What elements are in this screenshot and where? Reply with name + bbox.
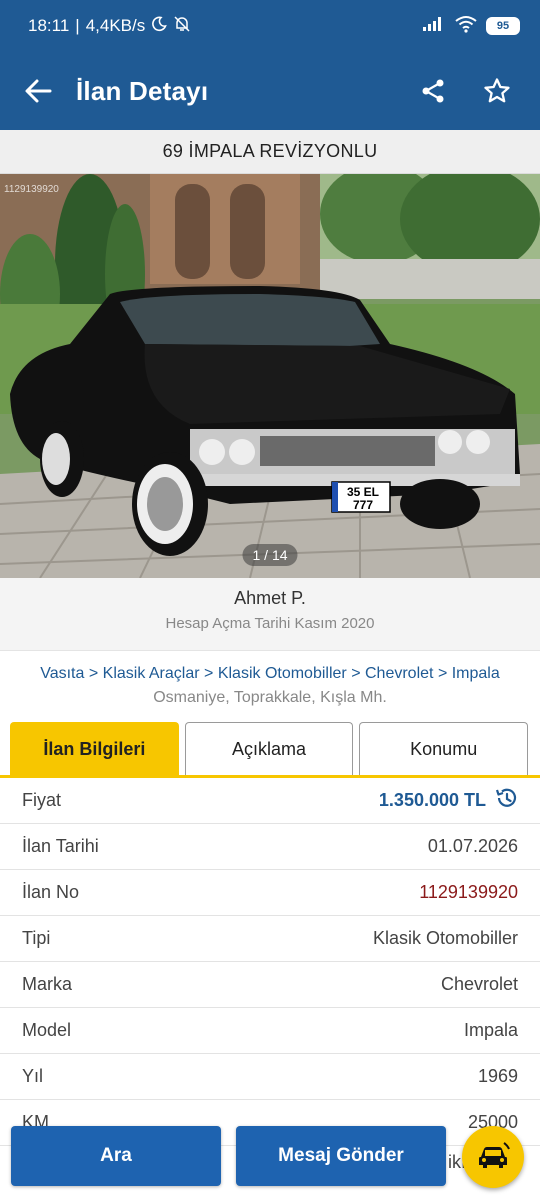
breadcrumb: Vasıta > Klasik Araçlar > Klasik Otomobi… bbox=[0, 651, 540, 683]
detail-label: Model bbox=[22, 1020, 72, 1040]
status-left: 18:11 | 4,4KB/s bbox=[28, 15, 191, 38]
ad-number-value[interactable]: 1129139920 bbox=[419, 882, 518, 903]
favorite-button[interactable] bbox=[472, 66, 522, 116]
back-button[interactable] bbox=[0, 52, 76, 130]
seller-info[interactable]: Ahmet P. Hesap Açma Tarihi Kasım 2020 bbox=[0, 578, 540, 650]
signal-icon bbox=[422, 16, 446, 37]
status-right: 95 bbox=[422, 15, 520, 38]
breadcrumb-item-vasita[interactable]: Vasıta bbox=[40, 665, 84, 682]
seller-since: Hesap Açma Tarihi Kasım 2020 bbox=[165, 615, 375, 632]
tab-aciklama[interactable]: Açıklama bbox=[184, 722, 354, 775]
car-fab-button[interactable] bbox=[462, 1126, 524, 1188]
listing-location: Osmaniye, Toprakkale, Kışla Mh. bbox=[153, 689, 387, 706]
back-arrow-icon bbox=[25, 79, 52, 103]
detail-row-model: Model Impala bbox=[0, 1008, 540, 1054]
detail-label: Fiyat bbox=[22, 790, 62, 810]
detail-value: 1969 bbox=[477, 1066, 518, 1086]
wifi-icon bbox=[454, 15, 478, 38]
seller-name: Ahmet P. bbox=[234, 588, 306, 608]
detail-value: 01.07.2026 bbox=[427, 836, 518, 856]
share-button[interactable] bbox=[408, 66, 458, 116]
app-bar: İlan Detayı bbox=[0, 52, 540, 130]
bell-off-icon bbox=[173, 15, 191, 38]
breadcrumb-item-impala[interactable]: Impala bbox=[452, 665, 500, 682]
breadcrumb-separator: > bbox=[351, 665, 361, 682]
page-title: İlan Detayı bbox=[76, 75, 209, 106]
listing-title: 69 İMPALA REVİZYONLU bbox=[0, 130, 540, 174]
moon-icon bbox=[151, 16, 167, 37]
detail-value: Chevrolet bbox=[440, 974, 518, 994]
star-icon bbox=[484, 78, 510, 103]
tab-konumu[interactable]: Konumu bbox=[359, 722, 529, 775]
status-bar: 18:11 | 4,4KB/s 95 bbox=[0, 0, 540, 52]
breadcrumb-separator: > bbox=[88, 665, 99, 682]
breadcrumb-separator: > bbox=[204, 665, 214, 682]
share-icon bbox=[422, 79, 444, 103]
price-value-group: 1.350.000 TL bbox=[379, 786, 518, 815]
detail-list: Fiyat 1.350.000 TL İlan Tarihi 01.07.202… bbox=[0, 778, 540, 1146]
price-value: 1.350.000 TL bbox=[378, 790, 486, 810]
send-message-button[interactable]: Mesaj Gönder bbox=[236, 1126, 446, 1186]
network-speed: 4,4KB/s bbox=[85, 16, 146, 35]
listing-detail-screen: 18:11 | 4,4KB/s 95 İlan Detayı 69 İMPALA… bbox=[0, 0, 540, 1200]
plate-bottom: 777 bbox=[353, 498, 373, 512]
breadcrumb-separator: > bbox=[437, 665, 448, 682]
detail-row-price: Fiyat 1.350.000 TL bbox=[0, 778, 540, 824]
detail-value: Klasik Otomobiller bbox=[372, 928, 518, 948]
detail-value: Impala bbox=[463, 1020, 518, 1040]
battery-icon: 95 bbox=[486, 17, 520, 35]
tab-ilan-bilgileri[interactable]: İlan Bilgileri bbox=[10, 722, 179, 775]
breadcrumb-area: Vasıta > Klasik Araçlar > Klasik Otomobi… bbox=[0, 650, 540, 722]
detail-label: İlan No bbox=[22, 882, 80, 902]
status-divider: | bbox=[75, 16, 80, 35]
detail-label: İlan Tarihi bbox=[22, 836, 99, 856]
price-history-icon[interactable] bbox=[494, 786, 518, 815]
plate-top: 35 EL bbox=[347, 485, 379, 499]
car-photo-illustration: 35 EL 777 bbox=[0, 174, 540, 578]
detail-label: Yıl bbox=[22, 1066, 44, 1086]
breadcrumb-item-chevrolet[interactable]: Chevrolet bbox=[365, 665, 433, 682]
breadcrumb-item-klasik-araclar[interactable]: Klasik Araçlar bbox=[103, 665, 200, 682]
breadcrumb-item-klasik-otomobiller[interactable]: Klasik Otomobiller bbox=[218, 665, 347, 682]
call-button[interactable]: Ara bbox=[11, 1126, 221, 1186]
detail-label: Marka bbox=[22, 974, 73, 994]
detail-row-brand: Marka Chevrolet bbox=[0, 962, 540, 1008]
detail-row-ad-no: İlan No 1129139920 bbox=[0, 870, 540, 916]
photo-counter: 1 / 14 bbox=[242, 544, 298, 566]
status-time: 18:11 bbox=[28, 16, 70, 35]
photo-watermark: 1129139920 bbox=[4, 184, 59, 195]
detail-row-year: Yıl 1969 bbox=[0, 1054, 540, 1100]
listing-photo[interactable]: 35 EL 777 1129139920 1 / 14 bbox=[0, 174, 540, 578]
car-icon bbox=[479, 1142, 510, 1168]
bottom-action-bar: Ara Mesaj Gönder bbox=[0, 1120, 540, 1200]
detail-row-date: İlan Tarihi 01.07.2026 bbox=[0, 824, 540, 870]
app-bar-actions bbox=[408, 66, 540, 116]
detail-row-type: Tipi Klasik Otomobiller bbox=[0, 916, 540, 962]
detail-label: Tipi bbox=[22, 928, 51, 948]
detail-tabs: İlan Bilgileri Açıklama Konumu bbox=[0, 722, 540, 778]
